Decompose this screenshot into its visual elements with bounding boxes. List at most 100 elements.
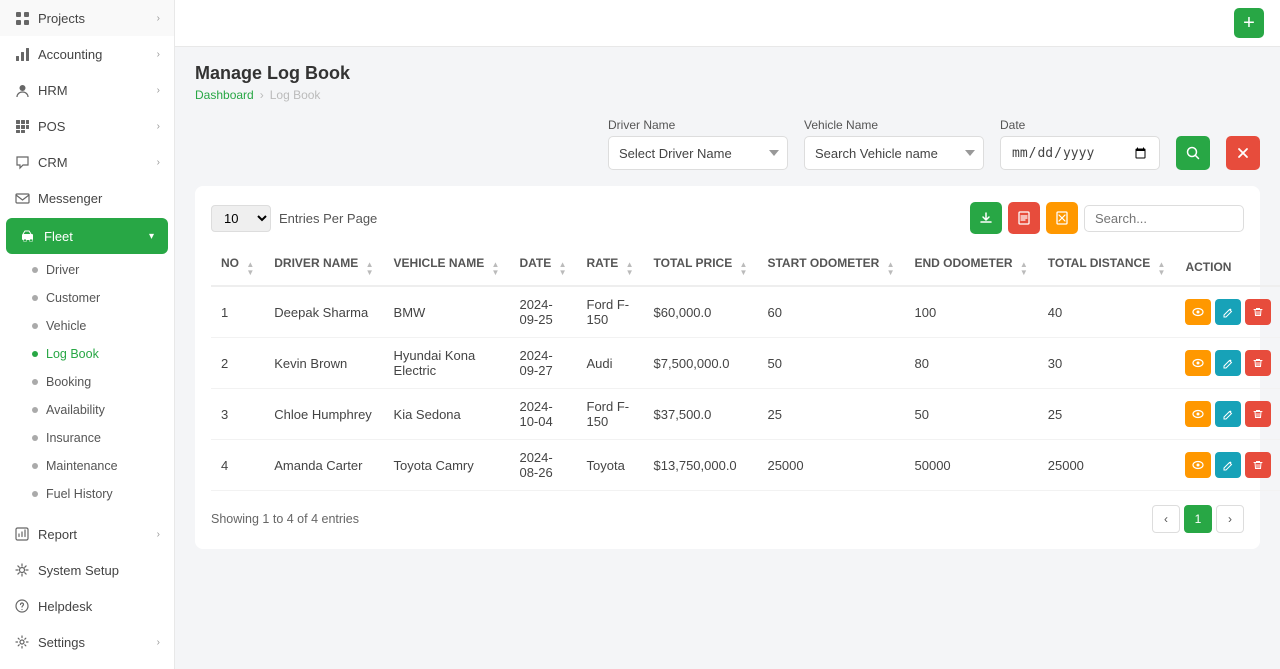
sidebar-item-hrm[interactable]: HRM › bbox=[0, 72, 174, 108]
sidebar-item-insurance[interactable]: Insurance bbox=[0, 424, 174, 452]
sidebar-item-helpdesk[interactable]: Helpdesk bbox=[0, 588, 174, 624]
sidebar-item-fleet[interactable]: Fleet ▾ bbox=[6, 218, 168, 254]
view-button[interactable] bbox=[1185, 452, 1211, 478]
sidebar-item-settings[interactable]: Settings › bbox=[0, 624, 174, 660]
cell-vehicle-name: Toyota Camry bbox=[384, 440, 510, 491]
sidebar-item-availability[interactable]: Availability bbox=[0, 396, 174, 424]
delete-button[interactable] bbox=[1245, 452, 1271, 478]
pos-icon bbox=[14, 118, 30, 134]
cell-rate: Ford F-150 bbox=[577, 389, 644, 440]
dot-icon bbox=[32, 407, 38, 413]
cell-vehicle-name: Kia Sedona bbox=[384, 389, 510, 440]
sidebar-item-label-messenger: Messenger bbox=[38, 191, 102, 206]
table-row: 1 Deepak Sharma BMW 2024-09-25 Ford F-15… bbox=[211, 286, 1280, 338]
showing-text: Showing 1 to 4 of 4 entries bbox=[211, 512, 359, 526]
sidebar-item-vehicle[interactable]: Vehicle bbox=[0, 312, 174, 340]
main-content: + Manage Log Book Dashboard › Log Book D… bbox=[175, 0, 1280, 669]
eye-icon bbox=[1192, 357, 1204, 369]
dot-icon bbox=[32, 435, 38, 441]
edit-button[interactable] bbox=[1215, 401, 1241, 427]
driver-select[interactable]: Select Driver Name bbox=[608, 136, 788, 170]
cell-vehicle-name: Hyundai Kona Electric bbox=[384, 338, 510, 389]
delete-button[interactable] bbox=[1245, 401, 1271, 427]
table-search-input[interactable] bbox=[1084, 205, 1244, 232]
sidebar-item-label-pos: POS bbox=[38, 119, 65, 134]
delete-button[interactable] bbox=[1245, 350, 1271, 376]
search-button[interactable] bbox=[1176, 136, 1210, 170]
page-title: Manage Log Book bbox=[195, 63, 1260, 84]
sub-item-label-availability: Availability bbox=[46, 403, 105, 417]
driver-filter-group: Driver Name Select Driver Name bbox=[608, 118, 788, 170]
excel-button[interactable] bbox=[1046, 202, 1078, 234]
sidebar-item-driver[interactable]: Driver bbox=[0, 256, 174, 284]
cell-end-odometer: 50 bbox=[905, 389, 1038, 440]
view-button[interactable] bbox=[1185, 350, 1211, 376]
clear-icon bbox=[1237, 147, 1249, 159]
prev-page-button[interactable]: ‹ bbox=[1152, 505, 1180, 533]
col-no: NO ▲▼ bbox=[211, 248, 264, 286]
vehicle-select[interactable]: Search Vehicle name bbox=[804, 136, 984, 170]
sidebar-item-projects[interactable]: Projects › bbox=[0, 0, 174, 36]
edit-icon bbox=[1222, 459, 1234, 471]
chevron-down-icon: ▾ bbox=[149, 231, 154, 242]
col-driver-name: DRIVER NAME ▲▼ bbox=[264, 248, 383, 286]
sub-item-label-customer: Customer bbox=[46, 291, 100, 305]
sidebar-item-booking[interactable]: Booking bbox=[0, 368, 174, 396]
chevron-icon: › bbox=[157, 49, 160, 60]
entries-select-group: 10 25 50 100 Entries Per Page bbox=[211, 205, 377, 232]
sidebar-item-messenger[interactable]: Messenger bbox=[0, 180, 174, 216]
view-button[interactable] bbox=[1185, 299, 1211, 325]
crm-icon bbox=[14, 154, 30, 170]
cell-end-odometer: 50000 bbox=[905, 440, 1038, 491]
edit-button[interactable] bbox=[1215, 299, 1241, 325]
dot-icon bbox=[32, 379, 38, 385]
table-row: 2 Kevin Brown Hyundai Kona Electric 2024… bbox=[211, 338, 1280, 389]
sidebar-item-pos[interactable]: POS › bbox=[0, 108, 174, 144]
cell-rate: Toyota bbox=[577, 440, 644, 491]
sidebar-item-label-accounting: Accounting bbox=[38, 47, 102, 62]
date-input[interactable] bbox=[1000, 136, 1160, 170]
system-setup-icon bbox=[14, 562, 30, 578]
page-1-button[interactable]: 1 bbox=[1184, 505, 1212, 533]
edit-icon bbox=[1222, 408, 1234, 420]
sidebar-item-maintenance[interactable]: Maintenance bbox=[0, 452, 174, 480]
sidebar-item-crm[interactable]: CRM › bbox=[0, 144, 174, 180]
sidebar-item-customer[interactable]: Customer bbox=[0, 284, 174, 312]
cell-total-price: $37,500.0 bbox=[644, 389, 758, 440]
trash-icon bbox=[1252, 306, 1264, 318]
cell-start-odometer: 25000 bbox=[757, 440, 904, 491]
sidebar-item-label-settings: Settings bbox=[38, 635, 85, 650]
cell-total-distance: 40 bbox=[1038, 286, 1176, 338]
pdf-button[interactable] bbox=[1008, 202, 1040, 234]
next-page-button[interactable]: › bbox=[1216, 505, 1244, 533]
pdf-icon bbox=[1017, 211, 1031, 225]
cell-total-price: $7,500,000.0 bbox=[644, 338, 758, 389]
chevron-icon: › bbox=[157, 637, 160, 648]
sidebar-item-report[interactable]: Report › bbox=[0, 516, 174, 552]
entries-per-page-select[interactable]: 10 25 50 100 bbox=[211, 205, 271, 232]
sidebar-item-fuel-history[interactable]: Fuel History bbox=[0, 480, 174, 508]
sidebar-item-system-setup[interactable]: System Setup bbox=[0, 552, 174, 588]
edit-button[interactable] bbox=[1215, 350, 1241, 376]
download-button[interactable] bbox=[970, 202, 1002, 234]
breadcrumb-home[interactable]: Dashboard bbox=[195, 88, 254, 102]
sidebar-item-accounting[interactable]: Accounting › bbox=[0, 36, 174, 72]
dot-icon bbox=[32, 295, 38, 301]
eye-icon bbox=[1192, 459, 1204, 471]
breadcrumb-separator: › bbox=[260, 88, 264, 102]
add-button[interactable]: + bbox=[1234, 8, 1264, 38]
view-button[interactable] bbox=[1185, 401, 1211, 427]
edit-icon bbox=[1222, 306, 1234, 318]
edit-button[interactable] bbox=[1215, 452, 1241, 478]
sidebar-item-logbook[interactable]: Log Book bbox=[0, 340, 174, 368]
table-footer: Showing 1 to 4 of 4 entries ‹ 1 › bbox=[211, 505, 1244, 533]
log-book-table: NO ▲▼ DRIVER NAME ▲▼ VEHICLE NAME ▲▼ DAT… bbox=[211, 248, 1280, 491]
col-start-odometer: START ODOMETER ▲▼ bbox=[757, 248, 904, 286]
delete-button[interactable] bbox=[1245, 299, 1271, 325]
clear-button[interactable] bbox=[1226, 136, 1260, 170]
driver-label: Driver Name bbox=[608, 118, 788, 132]
chevron-icon: › bbox=[157, 85, 160, 96]
cell-start-odometer: 25 bbox=[757, 389, 904, 440]
cell-rate: Audi bbox=[577, 338, 644, 389]
breadcrumb: Dashboard › Log Book bbox=[195, 88, 1260, 102]
